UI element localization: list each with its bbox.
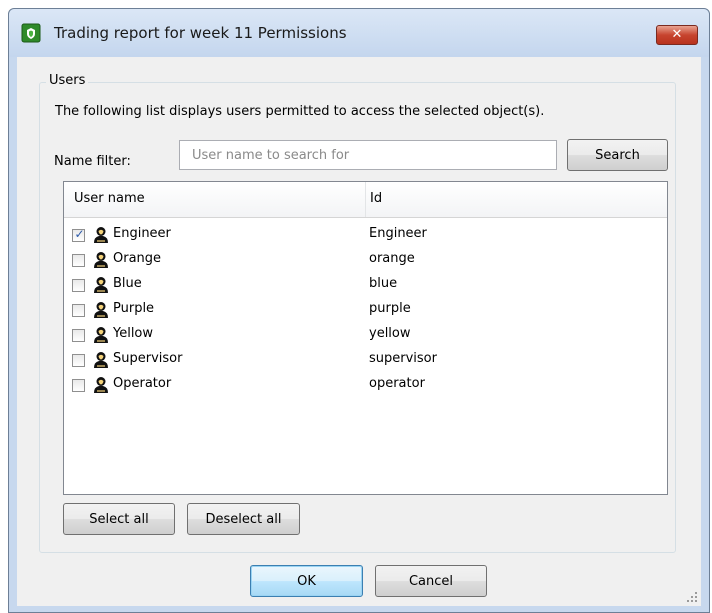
user-name-cell: Operator: [113, 376, 172, 391]
row-checkbox[interactable]: [72, 279, 85, 292]
user-name-cell: Engineer: [113, 226, 171, 241]
title-bar[interactable]: Trading report for week 11 Permissions ✕: [9, 9, 709, 57]
user-silhouette-icon: [91, 225, 111, 245]
close-button[interactable]: ✕: [656, 25, 698, 45]
table-row[interactable]: Yellow yellow: [64, 324, 667, 349]
users-description: The following list displays users permit…: [55, 104, 545, 119]
table-row[interactable]: ✓ Engineer Engineer: [64, 224, 667, 249]
row-checkbox[interactable]: [72, 354, 85, 367]
column-header-id[interactable]: Id: [366, 182, 667, 217]
table-row[interactable]: Supervisor supervisor: [64, 349, 667, 374]
user-name-cell: Yellow: [113, 326, 154, 341]
row-checkbox[interactable]: [72, 254, 85, 267]
list-header: User name Id: [64, 182, 667, 218]
user-silhouette-icon: [91, 250, 111, 270]
row-checkbox[interactable]: [72, 329, 85, 342]
column-header-user-name[interactable]: User name: [64, 182, 366, 217]
select-all-button[interactable]: Select all: [63, 503, 175, 535]
user-silhouette-icon: [91, 350, 111, 370]
table-row[interactable]: Blue blue: [64, 274, 667, 299]
user-id-cell: Engineer: [369, 226, 427, 241]
user-name-cell: Orange: [113, 251, 162, 266]
table-row[interactable]: Operator operator: [64, 374, 667, 399]
search-button[interactable]: Search: [567, 139, 668, 171]
user-id-cell: orange: [369, 251, 415, 266]
user-silhouette-icon: [91, 275, 111, 295]
user-id-cell: operator: [369, 376, 425, 391]
deselect-all-button[interactable]: Deselect all: [187, 503, 300, 535]
row-checkbox[interactable]: [72, 304, 85, 317]
user-silhouette-icon: [91, 375, 111, 395]
table-row[interactable]: Purple purple: [64, 299, 667, 324]
user-silhouette-icon: [91, 325, 111, 345]
resize-grip-icon[interactable]: [684, 589, 698, 603]
permissions-dialog: Trading report for week 11 Permissions ✕…: [8, 8, 710, 613]
user-id-cell: purple: [369, 301, 411, 316]
user-id-cell: blue: [369, 276, 398, 291]
window-title: Trading report for week 11 Permissions: [54, 24, 347, 42]
users-list[interactable]: User name Id ✓ Engineer Engineer Orange oran…: [63, 181, 668, 495]
user-silhouette-icon: [91, 300, 111, 320]
green-shield-icon: [21, 23, 41, 43]
user-name-cell: Blue: [113, 276, 142, 291]
name-filter-label: Name filter:: [54, 154, 131, 169]
dialog-client-area: Users The following list displays users …: [17, 57, 701, 606]
row-checkbox[interactable]: ✓: [72, 227, 85, 242]
user-id-cell: supervisor: [369, 351, 437, 366]
cancel-button[interactable]: Cancel: [375, 565, 487, 597]
list-rows: ✓ Engineer Engineer Orange orange Blue blue Pur…: [64, 224, 667, 399]
table-row[interactable]: Orange orange: [64, 249, 667, 274]
user-name-cell: Purple: [113, 301, 155, 316]
row-checkbox[interactable]: [72, 379, 85, 392]
users-group-label: Users: [46, 73, 89, 88]
name-filter-input[interactable]: [179, 140, 557, 170]
user-id-cell: yellow: [369, 326, 411, 341]
checkmark-icon: ✓: [74, 227, 85, 241]
ok-button[interactable]: OK: [250, 565, 363, 597]
user-name-cell: Supervisor: [113, 351, 183, 366]
